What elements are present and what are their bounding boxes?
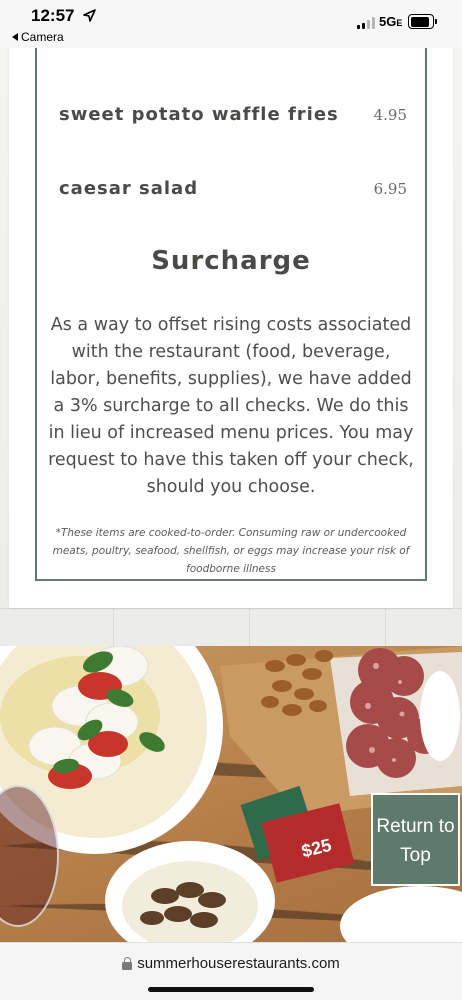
browser-url-bar[interactable]: summerhouserestaurants.com	[0, 942, 462, 1000]
menu-frame: sweet potato waffle fries 4.95 caesar sa…	[35, 48, 427, 581]
battery-icon	[408, 14, 437, 29]
menu-item-name: sweet potato waffle fries	[59, 104, 339, 125]
food-safety-disclaimer: *These items are cooked-to-order. Consum…	[52, 527, 410, 575]
surcharge-title: Surcharge	[151, 246, 311, 276]
back-triangle-icon	[12, 33, 18, 41]
status-bar: 12:57 Camera 5GE	[0, 0, 462, 48]
status-time: 12:57	[31, 6, 75, 25]
menu-item-row: sweet potato waffle fries 4.95	[59, 104, 407, 125]
menu-item-row: caesar salad 6.95	[59, 178, 407, 199]
menu-card: sweet potato waffle fries 4.95 caesar sa…	[9, 48, 453, 608]
back-to-app-button[interactable]: Camera	[12, 30, 64, 44]
surcharge-text: As a way to offset rising costs associat…	[48, 315, 414, 497]
menu-item-price: 4.95	[373, 106, 407, 124]
network-indicator: 5GE	[379, 14, 403, 29]
home-indicator[interactable]	[148, 987, 314, 992]
back-app-label: Camera	[21, 30, 64, 44]
lock-icon	[122, 957, 133, 970]
menu-item-price: 6.95	[373, 180, 407, 198]
location-arrow-icon	[83, 9, 96, 22]
menu-item-name: caesar salad	[59, 178, 199, 199]
return-to-top-button[interactable]: Return to Top	[371, 793, 460, 886]
signal-strength-icon	[357, 17, 375, 29]
url-text[interactable]: summerhouserestaurants.com	[137, 955, 340, 972]
